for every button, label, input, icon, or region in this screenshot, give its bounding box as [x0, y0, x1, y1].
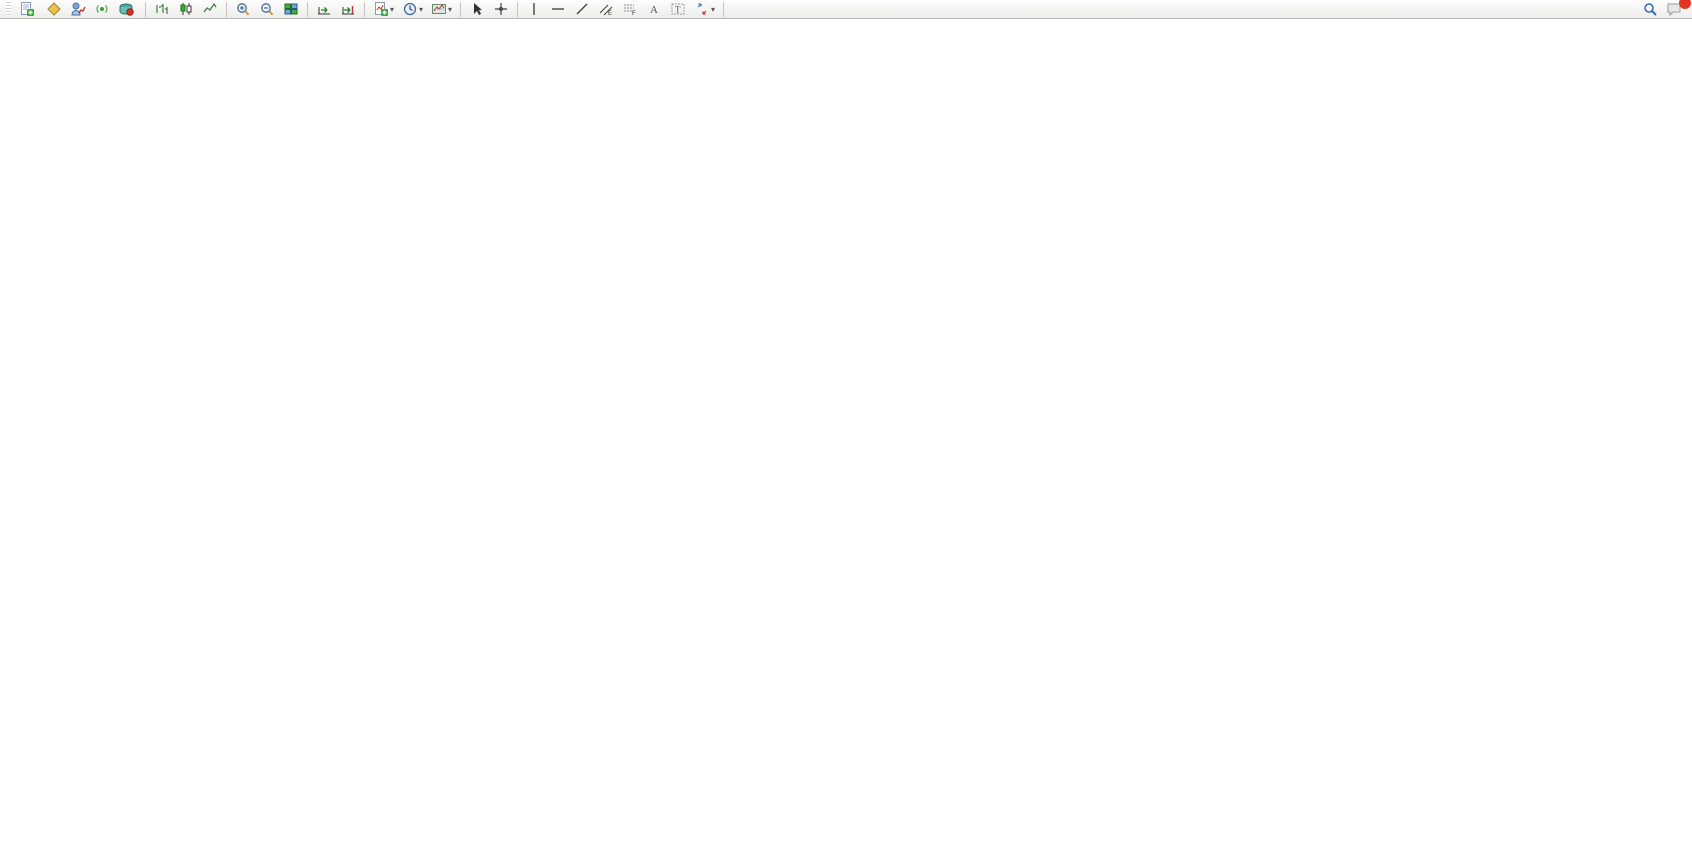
crosshair-tool-button[interactable]	[489, 0, 513, 19]
text-label-tool[interactable]: T	[666, 0, 690, 19]
toolbar-separator	[307, 2, 308, 17]
toolbar-separator	[364, 2, 365, 17]
crosshair-icon	[493, 1, 509, 17]
svg-text:T: T	[675, 5, 681, 15]
tile-windows-icon	[283, 1, 299, 17]
toolbar-separator	[226, 2, 227, 17]
zoom-out-button[interactable]	[255, 0, 279, 19]
bar-chart-button[interactable]	[150, 0, 174, 19]
profile-button[interactable]	[66, 0, 90, 19]
line-chart-button[interactable]	[198, 0, 222, 19]
svg-text:E: E	[608, 11, 612, 17]
arrows-icon	[694, 1, 710, 17]
dropdown-caret: ▾	[711, 5, 715, 14]
vertical-line-tool[interactable]	[522, 0, 546, 19]
marker-button[interactable]	[42, 0, 66, 19]
notifications-button[interactable]	[1662, 0, 1686, 19]
svg-text:F: F	[632, 11, 636, 17]
text-tool[interactable]: A	[642, 0, 666, 19]
dropdown-caret: ▾	[448, 5, 452, 14]
trendline-icon	[574, 1, 590, 17]
equidistant-channel-tool[interactable]: E	[594, 0, 618, 19]
trendline-tool[interactable]	[570, 0, 594, 19]
profile-chart-icon	[70, 1, 86, 17]
new-order-icon	[19, 1, 35, 17]
zoom-out-icon	[259, 1, 275, 17]
signal-icon	[94, 1, 110, 17]
fibonacci-tool[interactable]: F	[618, 0, 642, 19]
text-icon: A	[646, 1, 662, 17]
text-label-icon: T	[670, 1, 686, 17]
bar-chart-icon	[154, 1, 170, 17]
search-button[interactable]	[1638, 0, 1662, 19]
tile-windows-button[interactable]	[279, 0, 303, 19]
zoom-in-icon	[235, 1, 251, 17]
dropdown-caret: ▾	[390, 5, 394, 14]
zoom-in-button[interactable]	[231, 0, 255, 19]
horizontal-line-icon	[550, 1, 566, 17]
signal-button[interactable]	[90, 0, 114, 19]
chart-shift-icon	[340, 1, 356, 17]
svg-text:A: A	[650, 4, 658, 16]
auto-scroll-icon	[316, 1, 332, 17]
auto-scroll-button[interactable]	[312, 0, 336, 19]
fibonacci-icon: F	[622, 1, 638, 17]
chart-canvas[interactable]	[0, 0, 1692, 842]
toolbar-separator	[517, 2, 518, 17]
new-order-button[interactable]	[15, 0, 42, 19]
cursor-icon	[469, 1, 485, 17]
mt4-window: ▾ ▾ ▾	[0, 0, 1692, 842]
add-indicator-button[interactable]: ▾	[369, 0, 398, 19]
toolbar-separator	[460, 2, 461, 17]
toolbar-separator	[145, 2, 146, 17]
toolbar-separator	[723, 2, 724, 17]
candlestick-chart-icon	[178, 1, 194, 17]
dropdown-caret: ▾	[419, 5, 423, 14]
toolbar: ▾ ▾ ▾	[0, 0, 1692, 19]
add-indicator-icon	[373, 1, 389, 17]
equidistant-channel-icon: E	[598, 1, 614, 17]
notification-badge	[1679, 0, 1691, 9]
horizontal-line-tool[interactable]	[546, 0, 570, 19]
marker-icon	[46, 1, 62, 17]
line-chart-icon	[202, 1, 218, 17]
vertical-line-icon	[526, 1, 542, 17]
templates-button[interactable]: ▾	[427, 0, 456, 19]
autotrade-icon	[118, 1, 134, 17]
templates-icon	[431, 1, 447, 17]
chart-shift-button[interactable]	[336, 0, 360, 19]
candlestick-chart-button[interactable]	[174, 0, 198, 19]
autotrade-button[interactable]	[114, 0, 141, 19]
search-icon	[1642, 1, 1658, 17]
toolbar-grip[interactable]	[6, 2, 11, 16]
periods-clock-icon	[402, 1, 418, 17]
arrows-tool[interactable]: ▾	[690, 0, 719, 19]
cursor-tool-button[interactable]	[465, 0, 489, 19]
periods-button[interactable]: ▾	[398, 0, 427, 19]
